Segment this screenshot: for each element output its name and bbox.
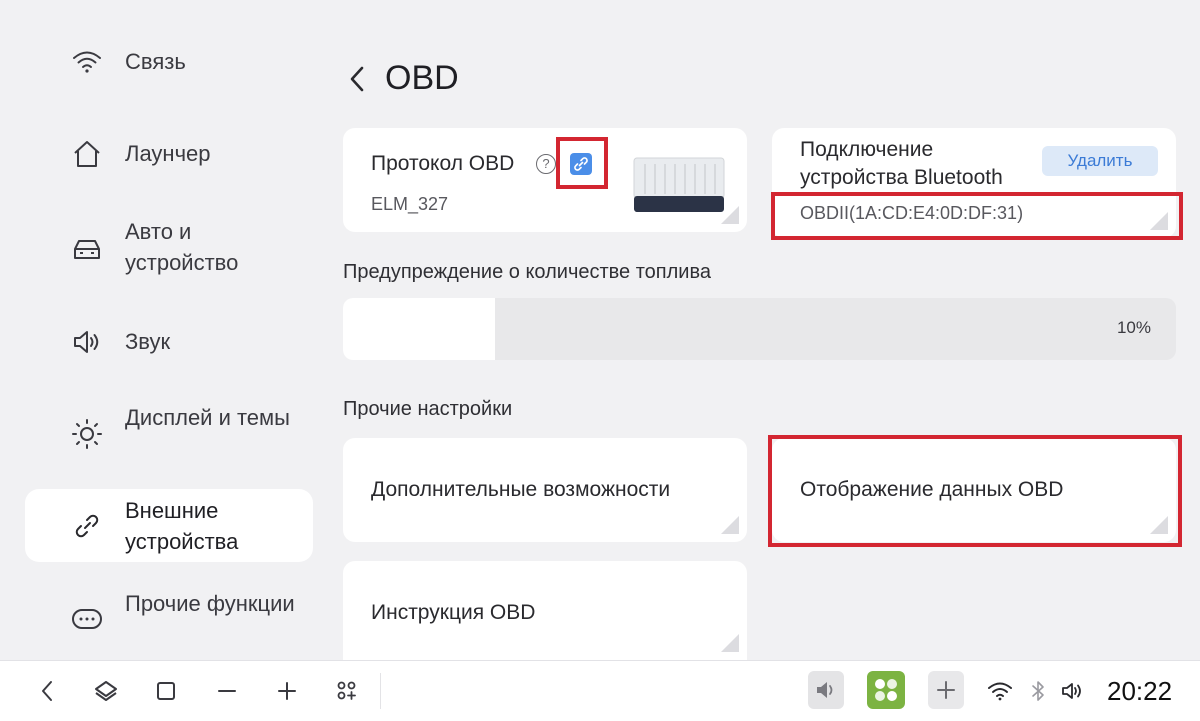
page-title: OBD: [385, 59, 459, 97]
bluetooth-title: Подключение устройства Bluetooth: [800, 138, 1003, 189]
sidebar-item-label: Авто и устройство: [125, 219, 239, 275]
app-shortcut-icon[interactable]: [867, 671, 905, 709]
bluetooth-device: OBDII(1A:CD:E4:0D:DF:31): [800, 203, 1024, 223]
wifi-icon: [70, 45, 104, 79]
slider-value: 10%: [1116, 318, 1151, 337]
sidebar-item-label: Лаунчер: [125, 141, 211, 166]
corner-indicator: [721, 516, 739, 534]
home-icon: [70, 137, 104, 171]
sidebar-item-label: Прочие функции: [125, 591, 295, 616]
speaker-icon: [70, 325, 104, 359]
back-icon[interactable]: [32, 676, 62, 706]
obd-device-image: [633, 154, 725, 214]
volume-icon[interactable]: [1058, 676, 1088, 706]
sidebar-item-label: Дисплей и темы: [125, 405, 290, 430]
taskbar: 20:22: [0, 660, 1200, 721]
fuel-warning-label: Предупреждение о количестве топлива: [343, 261, 711, 283]
app-grid-icon[interactable]: [332, 676, 362, 706]
sidebar-item-launcher[interactable]: Лаунчер: [25, 132, 313, 176]
obd-display-card[interactable]: Отображение данных OBD: [772, 438, 1176, 542]
plus-icon: [937, 681, 955, 699]
sidebar-item-label: Звук: [125, 329, 171, 354]
sidebar: Связь Лаунчер Авто и устройство Звук Дис…: [0, 0, 330, 660]
obd-manual-card[interactable]: Инструкция OBD: [343, 561, 747, 660]
chevron-left-icon: [350, 66, 364, 92]
corner-indicator: [721, 634, 739, 652]
taskbar-divider: [380, 673, 381, 709]
volume-button[interactable]: [808, 671, 844, 709]
sidebar-item-display[interactable]: Дисплей и темы: [25, 400, 313, 466]
sidebar-item-label: Связь: [125, 49, 186, 74]
minus-icon[interactable]: [212, 676, 242, 706]
obd-manual-label: Инструкция OBD: [371, 601, 536, 624]
extra-features-label: Дополнительные возможности: [371, 478, 671, 501]
corner-indicator: [721, 206, 739, 224]
extra-features-card[interactable]: Дополнительные возможности: [343, 438, 747, 542]
plus-icon[interactable]: [272, 676, 302, 706]
home-icon[interactable]: [91, 676, 121, 706]
corner-indicator: [1150, 516, 1168, 534]
back-button[interactable]: [342, 62, 372, 96]
sidebar-item-sound[interactable]: Звук: [25, 320, 313, 364]
sidebar-item-auto[interactable]: Авто и устройство: [25, 214, 313, 280]
bluetooth-icon[interactable]: [1023, 676, 1053, 706]
corner-indicator: [1150, 212, 1168, 230]
add-shortcut-button[interactable]: [928, 671, 964, 709]
delete-button[interactable]: Удалить: [1042, 146, 1158, 176]
speaker-icon: [817, 682, 833, 698]
more-icon: [70, 602, 104, 636]
sidebar-item-external[interactable]: Внешние устройства: [25, 489, 313, 562]
bluetooth-card[interactable]: Подключение устройства Bluetooth Удалить…: [772, 128, 1176, 238]
link-icon[interactable]: [570, 153, 592, 175]
protocol-card[interactable]: Протокол OBD ? ELM_327: [343, 128, 747, 232]
protocol-title: Протокол OBD: [371, 152, 515, 175]
link-icon: [70, 509, 104, 543]
recent-apps-icon[interactable]: [151, 676, 181, 706]
clock: 20:22: [1107, 676, 1173, 706]
protocol-value: ELM_327: [371, 194, 449, 214]
help-icon[interactable]: ?: [536, 154, 556, 174]
other-settings-label: Прочие настройки: [343, 398, 513, 420]
slider-fill: [343, 298, 495, 360]
sidebar-item-other[interactable]: Прочие функции: [25, 586, 313, 652]
sidebar-item-connection[interactable]: Связь: [25, 40, 313, 84]
car-icon: [70, 232, 104, 266]
sidebar-item-label: Внешние устройства: [125, 498, 239, 554]
sun-icon: [70, 416, 104, 450]
wifi-icon[interactable]: [985, 676, 1015, 706]
obd-display-label: Отображение данных OBD: [800, 478, 1064, 501]
fuel-slider[interactable]: 10%: [343, 298, 1176, 360]
